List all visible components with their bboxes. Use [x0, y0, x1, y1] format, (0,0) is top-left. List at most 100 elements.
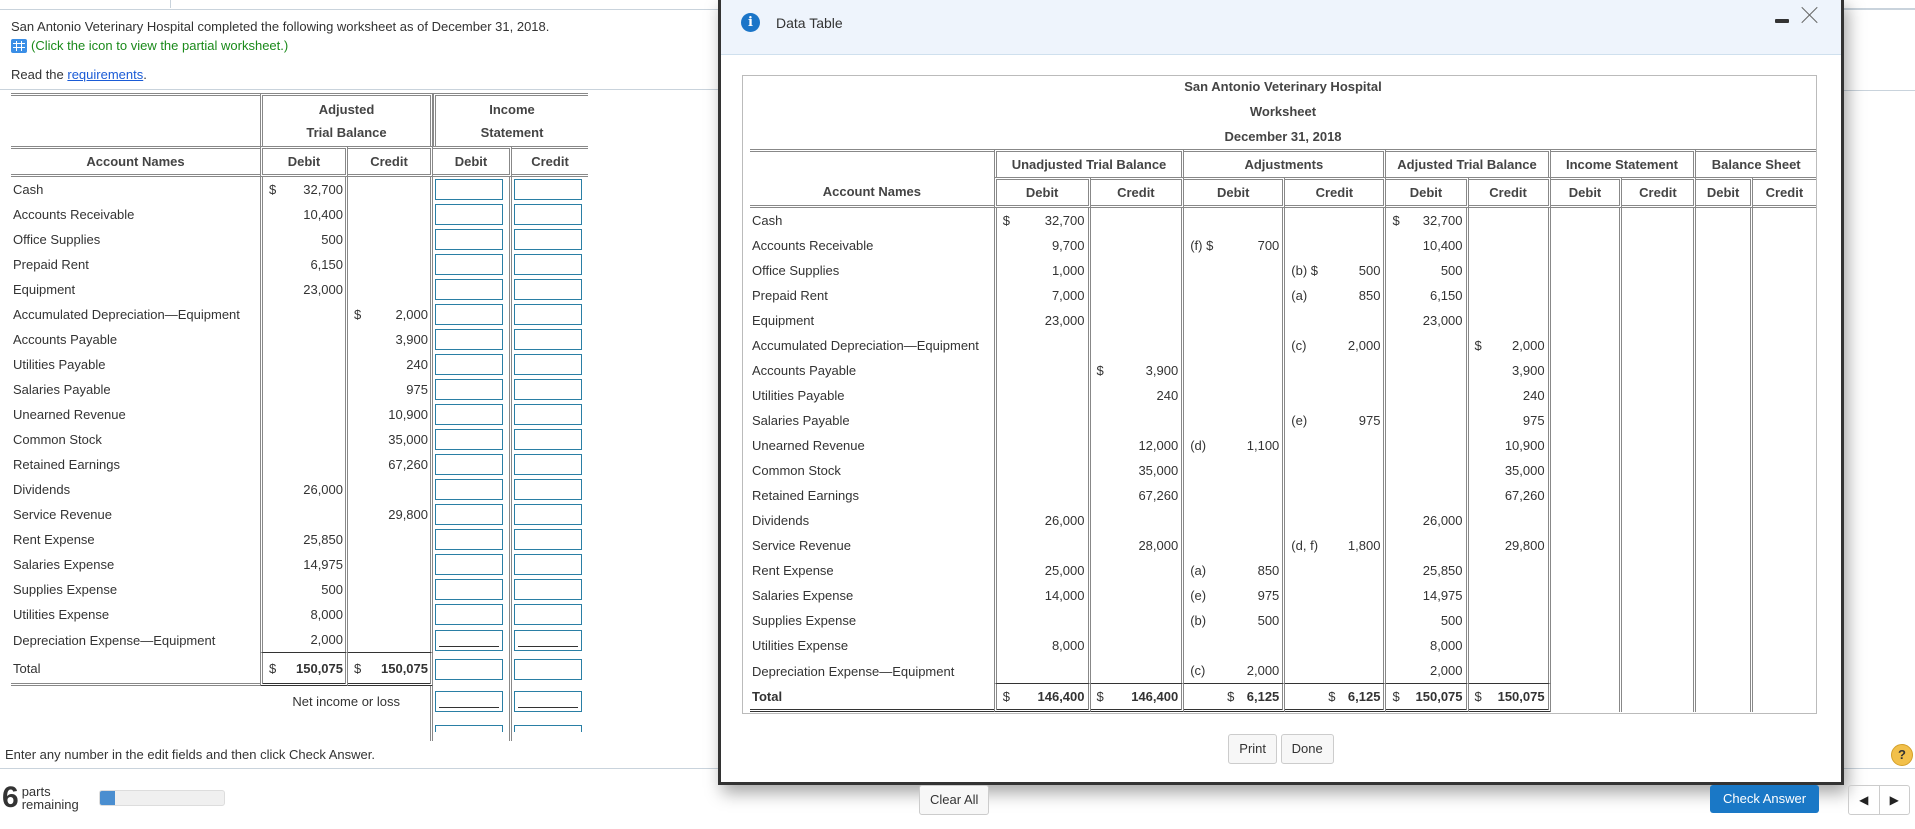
is-credit-input[interactable]: [514, 279, 582, 300]
bs-credit: [1753, 508, 1816, 533]
bs-debit: [1696, 308, 1753, 333]
is-credit-input[interactable]: [514, 329, 582, 350]
clear-all-button[interactable]: Clear All: [919, 785, 990, 815]
bs-debit: [1696, 408, 1753, 433]
is-debit-input[interactable]: [435, 579, 503, 600]
atb-credit: [348, 527, 433, 552]
partial-input[interactable]: [435, 725, 503, 732]
is-debit-input[interactable]: [435, 279, 503, 300]
partial-worksheet-link[interactable]: (Click the icon to view the partial work…: [11, 37, 549, 55]
is-debit-input[interactable]: [435, 179, 503, 200]
is-debit-input[interactable]: [435, 604, 503, 625]
divider: [0, 89, 720, 90]
atb-debit: 2,000: [1386, 658, 1469, 684]
is-credit-input[interactable]: [514, 554, 582, 575]
is-credit-input[interactable]: [514, 454, 582, 475]
is-credit-input[interactable]: [514, 429, 582, 450]
adj-debit: [1184, 258, 1286, 283]
bs-debit: [1696, 358, 1753, 383]
utb-debit: [993, 433, 1091, 458]
is-debit-input[interactable]: [435, 329, 503, 350]
previous-icon[interactable]: ◀: [1849, 786, 1879, 814]
close-icon[interactable]: [1801, 6, 1819, 24]
is-debit-input[interactable]: [435, 354, 503, 375]
partial-worksheet-text[interactable]: (Click the icon to view the partial work…: [31, 37, 288, 55]
account-name: Equipment: [752, 313, 815, 328]
worksheet-row: Utilities Expense 8,000 8,000: [750, 633, 1816, 658]
is-credit-input[interactable]: [514, 579, 582, 600]
bs-credit: [1753, 658, 1816, 684]
worksheet-row: Depreciation Expense—Equipment (c) 2,000 2,…: [750, 658, 1816, 684]
is-debit-input[interactable]: [435, 304, 503, 325]
account-name: Service Revenue: [752, 538, 851, 553]
is-debit-input[interactable]: [435, 629, 503, 651]
is-debit: [1551, 383, 1623, 408]
bs-credit: [1753, 308, 1816, 333]
adj-credit: [1285, 583, 1387, 608]
partial-input[interactable]: [514, 725, 582, 732]
is-debit-input[interactable]: [435, 504, 503, 525]
net-income-credit-input[interactable]: [514, 690, 582, 712]
report-date: December 31, 2018: [1224, 129, 1342, 144]
is-debit-input[interactable]: [435, 254, 503, 275]
total-label: Total: [750, 684, 994, 712]
total-adj-debit: $6,125: [1184, 684, 1286, 712]
utb-debit: [993, 658, 1091, 684]
is-credit-input[interactable]: [514, 204, 582, 225]
bs-debit: [1696, 658, 1753, 684]
is-debit-input[interactable]: [435, 404, 503, 425]
adj-debit: (d) 1,100: [1184, 433, 1286, 458]
is-credit-input[interactable]: [514, 179, 582, 200]
is-credit-input[interactable]: [514, 404, 582, 425]
is-debit-input[interactable]: [435, 554, 503, 575]
is-credit-input[interactable]: [514, 504, 582, 525]
atb-debit: 10,400: [260, 202, 348, 227]
atb-debit: [260, 427, 348, 452]
table-grid-icon[interactable]: [11, 39, 27, 53]
is-credit-input[interactable]: [514, 304, 582, 325]
minimize-icon[interactable]: [1775, 19, 1789, 23]
is-debit-input[interactable]: [435, 229, 503, 250]
done-button[interactable]: Done: [1280, 734, 1334, 764]
is-credit-input[interactable]: [514, 354, 582, 375]
is-credit-input[interactable]: [514, 379, 582, 400]
is-debit-input[interactable]: [435, 454, 503, 475]
worksheet-row: Common Stock 35,000: [11, 427, 588, 452]
is-debit-input[interactable]: [435, 479, 503, 500]
is-total-debit-input[interactable]: [435, 659, 503, 680]
adj-credit: [1285, 508, 1387, 533]
is-debit-input[interactable]: [435, 379, 503, 400]
bs-debit: [1696, 283, 1753, 308]
utb-debit: 26,000: [993, 508, 1091, 533]
atb-debit: $32,700: [260, 177, 348, 202]
adj-debit: (c) 2,000: [1184, 658, 1286, 684]
atb-credit: [1469, 583, 1551, 608]
account-name: Salaries Expense: [752, 588, 854, 603]
next-icon[interactable]: ▶: [1878, 786, 1910, 814]
is-credit-input[interactable]: [514, 479, 582, 500]
help-icon[interactable]: ?: [1891, 744, 1913, 766]
worksheet-row: Rent Expense 25,000 (a) 850 25,850: [750, 558, 1816, 583]
bs-debit: [1696, 633, 1753, 658]
utb-credit: [1091, 208, 1185, 233]
requirements-link[interactable]: requirements: [67, 67, 143, 82]
is-debit-input[interactable]: [435, 204, 503, 225]
is-debit: [1551, 533, 1623, 558]
net-income-debit-input[interactable]: [435, 690, 503, 712]
is-credit-input[interactable]: [514, 629, 582, 651]
is-total-credit-input[interactable]: [514, 659, 582, 680]
account-name: Depreciation Expense—Equipment: [752, 663, 955, 679]
atb-credit: [1469, 208, 1551, 233]
adj-credit: [1285, 558, 1387, 583]
is-credit-input[interactable]: [514, 254, 582, 275]
atb-debit: [260, 377, 348, 402]
is-credit-input[interactable]: [514, 604, 582, 625]
is-credit-input[interactable]: [514, 229, 582, 250]
is-credit-input[interactable]: [514, 529, 582, 550]
print-button[interactable]: Print: [1228, 734, 1278, 764]
is-debit-input[interactable]: [435, 429, 503, 450]
check-answer-button[interactable]: Check Answer: [1710, 785, 1820, 813]
is-debit-input[interactable]: [435, 529, 503, 550]
atb-debit: [1386, 533, 1469, 558]
account-name: Salaries Payable: [752, 413, 850, 428]
